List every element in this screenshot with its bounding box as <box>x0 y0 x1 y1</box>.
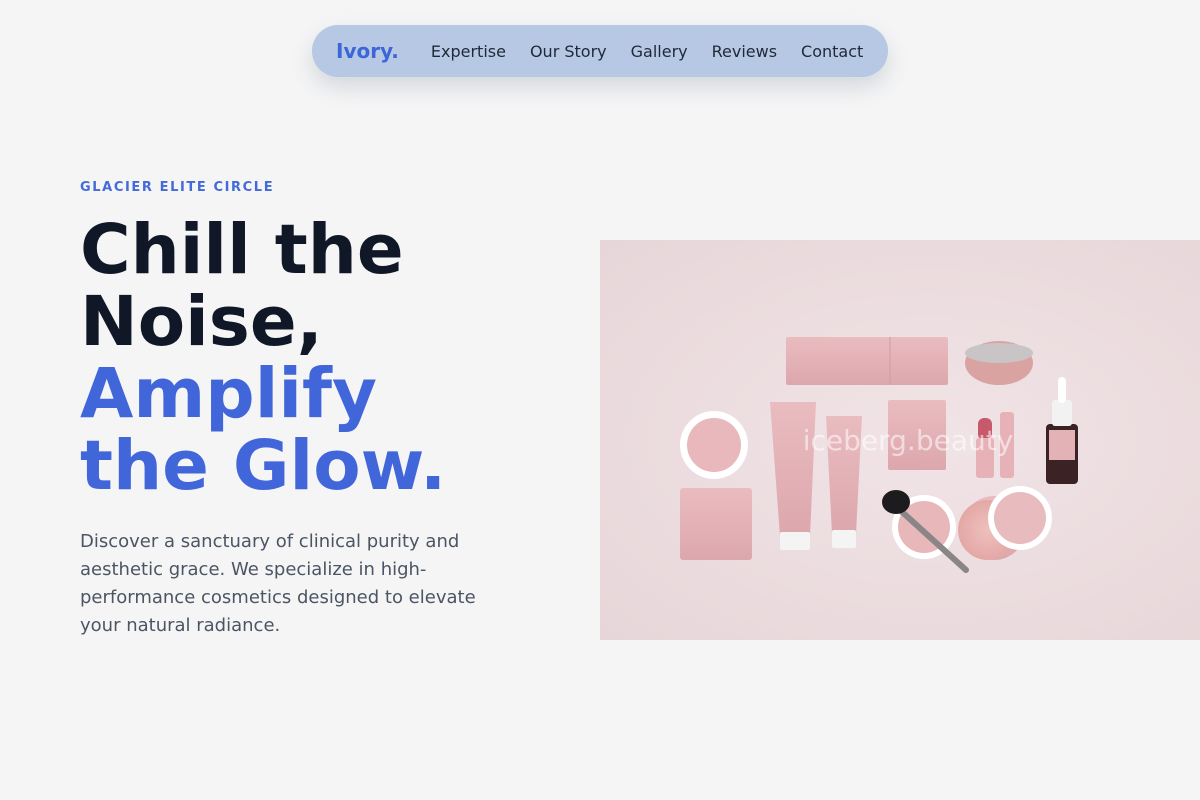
top-nav: Ivory. Expertise Our Story Gallery Revie… <box>312 25 888 77</box>
nav-link-expertise[interactable]: Expertise <box>431 42 506 61</box>
nav-link-our-story[interactable]: Our Story <box>530 42 607 61</box>
headline-accent-line-2: the Glow. <box>80 426 447 506</box>
hero-product-image: iceberg.beauty <box>600 240 1200 640</box>
hero-description: Discover a sanctuary of clinical purity … <box>80 531 476 636</box>
hero-eyebrow: GLACIER ELITE CIRCLE <box>80 180 275 195</box>
headline-accent-line-1: Amplify <box>80 354 377 434</box>
tube-large <box>770 402 816 536</box>
headline-line-2: Noise, <box>80 282 323 362</box>
image-watermark: iceberg.beauty <box>803 424 1014 457</box>
square-box <box>680 488 752 560</box>
hero-headline: Chill the Noise, Amplify the Glow. <box>80 214 540 502</box>
brand-logo[interactable]: Ivory. <box>336 39 399 63</box>
cosmetics-flatlay-illustration: iceberg.beauty <box>680 337 1078 573</box>
headline-line-1: Chill the <box>80 210 404 290</box>
nav-link-gallery[interactable]: Gallery <box>631 42 688 61</box>
nav-link-reviews[interactable]: Reviews <box>712 42 777 61</box>
long-box <box>786 337 948 385</box>
nav-link-contact[interactable]: Contact <box>801 42 863 61</box>
